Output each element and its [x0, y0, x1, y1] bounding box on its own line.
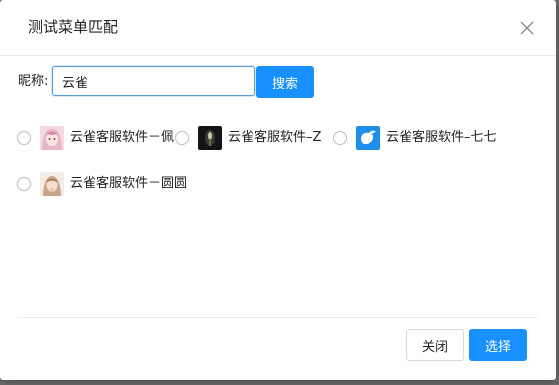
dialog-header: 测试菜单匹配	[0, 0, 556, 56]
girl-photo-avatar	[40, 172, 64, 196]
radio-button[interactable]	[333, 131, 347, 145]
result-name: 云雀客服软件－圆圆	[70, 176, 188, 191]
select-button[interactable]: 选择	[469, 329, 527, 361]
footer-divider	[18, 317, 538, 318]
search-button[interactable]: 搜索	[256, 66, 314, 98]
radio-button[interactable]	[175, 131, 189, 145]
search-row: 昵称: 搜索	[18, 66, 538, 98]
nickname-search-input[interactable]	[52, 66, 255, 96]
result-item[interactable]: 云雀客服软件－佩	[17, 124, 175, 152]
dark-tunnel-avatar	[198, 126, 222, 150]
radio-button[interactable]	[17, 177, 31, 191]
match-dialog: 测试菜单匹配 昵称: 搜索	[0, 0, 556, 380]
dialog-title: 测试菜单匹配	[28, 18, 119, 36]
result-name: 云雀客服软件–七七	[386, 130, 497, 145]
nickname-label: 昵称:	[18, 74, 49, 89]
result-item[interactable]: 云雀客服软件－圆圆	[17, 170, 197, 198]
anime-girl-avatar	[40, 126, 64, 150]
result-item[interactable]: 云雀客服软件–Z	[175, 124, 325, 152]
result-name: 云雀客服软件–Z	[228, 130, 322, 145]
close-icon[interactable]	[518, 19, 536, 37]
blue-bird-avatar	[356, 126, 380, 150]
close-button[interactable]: 关闭	[406, 329, 464, 361]
result-item[interactable]: 云雀客服软件–七七	[333, 124, 513, 152]
radio-button[interactable]	[17, 131, 31, 145]
result-name: 云雀客服软件－佩	[70, 130, 175, 145]
